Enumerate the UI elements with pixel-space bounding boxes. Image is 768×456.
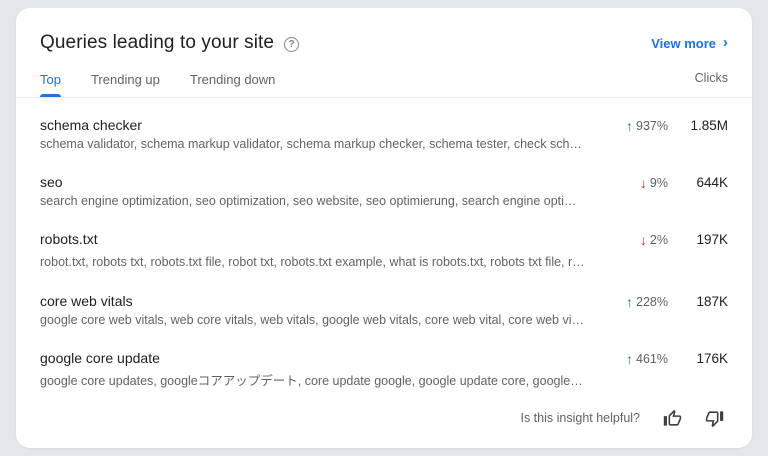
query-row-main: schema checker schema validator, schema …: [40, 117, 600, 151]
query-row-metrics: ↑ 461% 176K: [600, 350, 728, 366]
trend-up-icon: ↑: [626, 117, 634, 134]
query-row-metrics: ↑ 937% 1.85M: [600, 117, 728, 133]
trend-change: ↓ 9%: [640, 176, 668, 190]
query-related-terms: search engine optimization, seo optimiza…: [40, 194, 586, 208]
query-title: schema checker: [40, 117, 142, 133]
query-related-terms: google core updates, googleコアアップデート, cor…: [40, 374, 586, 388]
query-row-main: core web vitals google core web vitals, …: [40, 293, 600, 327]
tabs-bar: Top Trending up Trending down Clicks: [16, 64, 752, 98]
trend-down-icon: ↓: [639, 174, 647, 191]
query-title: robots.txt: [40, 231, 98, 247]
change-percent: 228%: [636, 294, 668, 309]
trend-up-icon: ↑: [626, 350, 634, 367]
thumbs-down-icon[interactable]: [704, 408, 724, 428]
query-row-main: robots.txt robot.txt, robots txt, robots…: [40, 231, 600, 270]
thumbs-up-icon[interactable]: [662, 408, 682, 428]
change-percent: 2%: [649, 232, 668, 247]
clicks-column-header: Clicks: [694, 71, 728, 85]
query-row-metrics: ↓ 9% 644K: [600, 174, 728, 190]
tab-trending-up[interactable]: Trending up: [91, 64, 160, 97]
query-title: seo: [40, 174, 63, 190]
tab-top[interactable]: Top: [40, 64, 61, 97]
view-more-link[interactable]: View more ›: [651, 34, 728, 51]
query-related-terms: robot.txt, robots txt, robots.txt file, …: [40, 255, 586, 269]
query-row-metrics: ↓ 2% 197K: [600, 231, 728, 247]
query-row[interactable]: seo search engine optimization, seo opti…: [40, 163, 728, 220]
queries-insight-card: Queries leading to your site ? View more…: [16, 8, 752, 448]
help-icon[interactable]: ?: [284, 36, 300, 52]
trend-change: ↓ 2%: [640, 233, 668, 247]
card-footer: Is this insight helpful?: [16, 408, 752, 448]
query-related-terms: schema validator, schema markup validato…: [40, 137, 586, 151]
change-percent: 461%: [636, 351, 668, 366]
query-title: core web vitals: [40, 293, 133, 309]
query-list: schema checker schema validator, schema …: [16, 98, 752, 408]
clicks-value: 176K: [696, 351, 728, 366]
trend-up-icon: ↑: [626, 293, 634, 310]
view-more-label: View more: [651, 35, 716, 51]
trend-change: ↑ 937%: [626, 119, 668, 133]
chevron-right-icon: ›: [723, 34, 728, 51]
feedback-prompt: Is this insight helpful?: [520, 411, 640, 425]
trend-down-icon: ↓: [639, 231, 647, 248]
clicks-value: 187K: [696, 294, 728, 309]
title-wrap: Queries leading to your site ?: [40, 32, 300, 54]
change-percent: 9%: [649, 175, 668, 190]
clicks-value: 644K: [696, 175, 728, 190]
clicks-value: 197K: [696, 232, 728, 247]
query-row[interactable]: core web vitals google core web vitals, …: [40, 282, 728, 339]
query-row-main: google core update google core updates, …: [40, 350, 600, 389]
card-header: Queries leading to your site ? View more…: [16, 8, 752, 64]
tab-trending-down[interactable]: Trending down: [190, 64, 276, 97]
query-row[interactable]: robots.txt robot.txt, robots txt, robots…: [40, 220, 728, 282]
query-row-metrics: ↑ 228% 187K: [600, 293, 728, 309]
query-row[interactable]: schema checker schema validator, schema …: [40, 106, 728, 163]
query-related-terms: google core web vitals, web core vitals,…: [40, 313, 586, 327]
clicks-value: 1.85M: [690, 118, 728, 133]
change-percent: 937%: [636, 118, 668, 133]
query-title: google core update: [40, 350, 160, 366]
query-row-main: seo search engine optimization, seo opti…: [40, 174, 600, 208]
tabs: Top Trending up Trending down: [40, 64, 275, 97]
page-title: Queries leading to your site: [40, 32, 275, 53]
trend-change: ↑ 228%: [626, 295, 668, 309]
query-row[interactable]: google core update google core updates, …: [40, 339, 728, 401]
trend-change: ↑ 461%: [626, 352, 668, 366]
